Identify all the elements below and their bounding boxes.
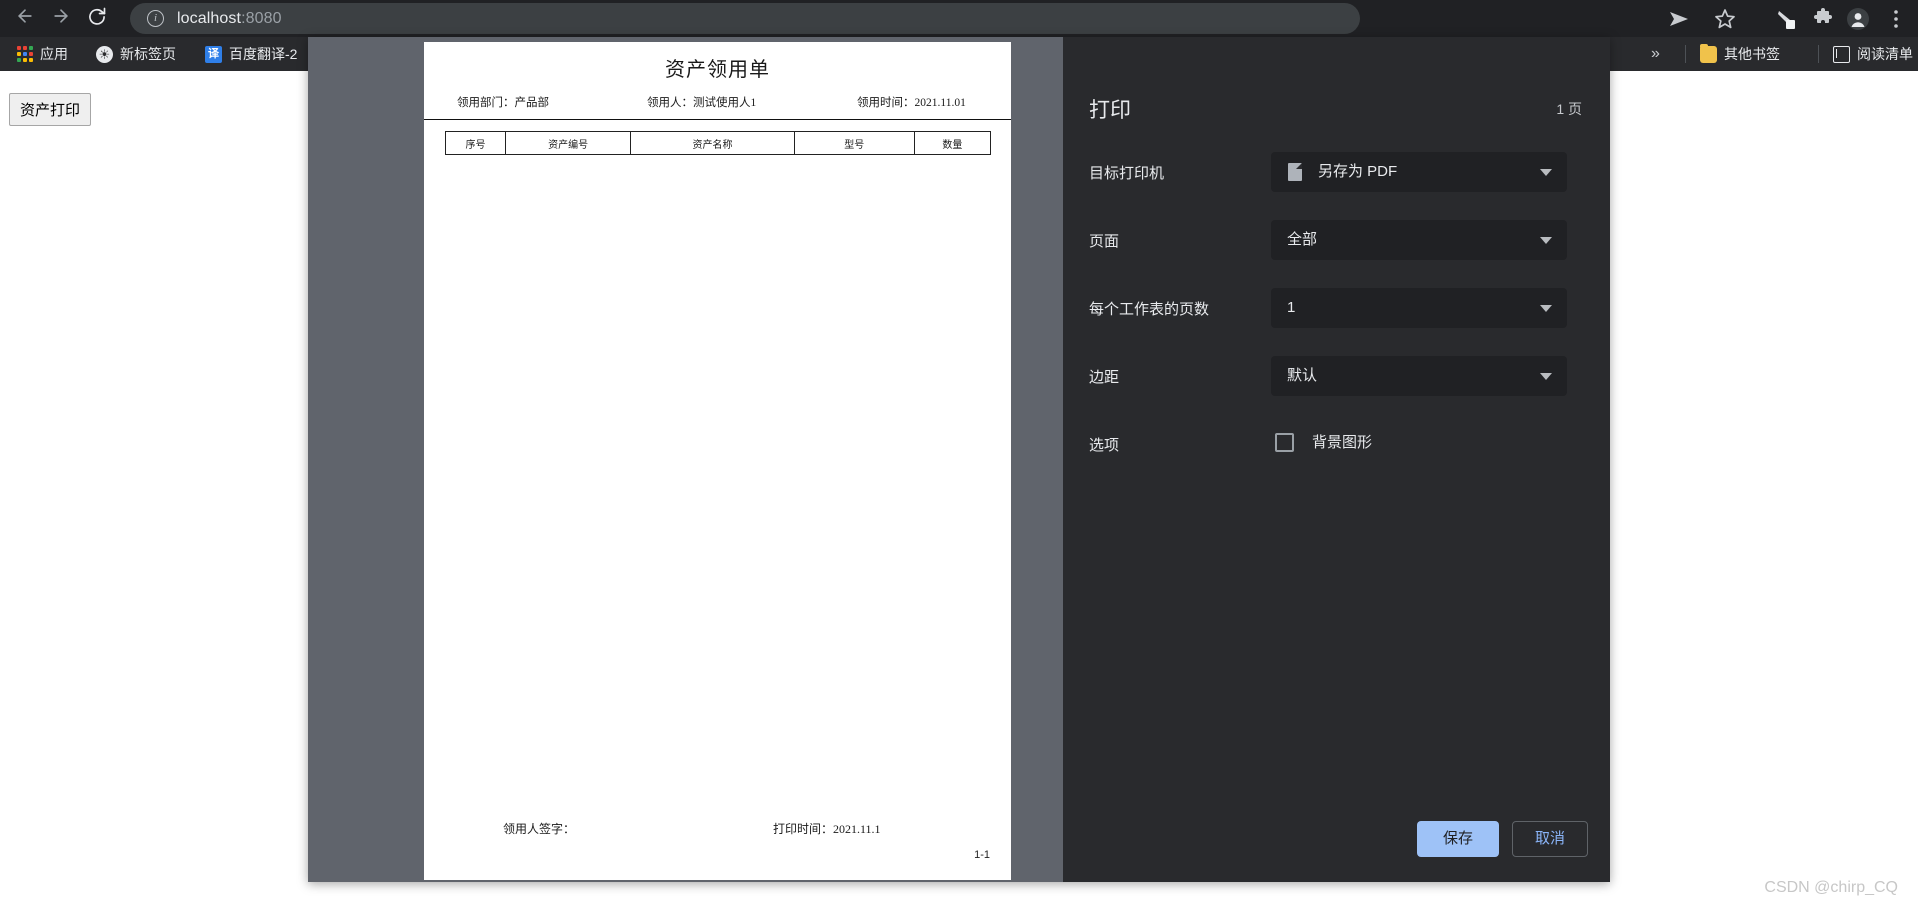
meta-department: 领用部门：产品部 (457, 97, 549, 109)
pages-per-sheet-value: 1 (1287, 299, 1296, 316)
bookmarks-overflow-button[interactable]: » (1651, 37, 1660, 71)
chevron-down-icon (1540, 169, 1552, 176)
chevron-down-icon (1540, 305, 1552, 312)
bookmark-label: 应用 (40, 46, 68, 62)
table-column-header: 资产名称 (630, 131, 795, 155)
back-arrow-icon[interactable] (12, 6, 38, 32)
url-port: :8080 (241, 10, 282, 27)
reading-list-button[interactable]: 阅读清单 (1833, 37, 1913, 71)
info-icon[interactable]: i (147, 10, 164, 27)
chevron-down-icon (1540, 373, 1552, 380)
reading-list-label: 阅读清单 (1857, 46, 1913, 62)
menu-icon[interactable] (1884, 7, 1908, 31)
setting-row-options: 选项 背景图形 (1089, 424, 1584, 464)
table-column-header: 序号 (445, 131, 506, 155)
address-bar[interactable]: i localhost:8080 (130, 3, 1360, 34)
pages-select[interactable]: 全部 (1271, 220, 1567, 260)
setting-label: 边距 (1089, 369, 1120, 386)
bookmark-baidu-translate[interactable]: 译 百度翻译-2 (205, 37, 297, 71)
bookmark-other-bookmarks[interactable]: 其他书签 (1700, 37, 1780, 71)
document-meta: 领用部门：产品部 领用人：测试使用人1 领用时间：2021.11.01 (457, 94, 981, 114)
setting-row-destination: 目标打印机 另存为 PDF (1089, 152, 1584, 192)
globe-icon: ☀ (96, 45, 113, 63)
folder-icon (1700, 43, 1717, 63)
chevron-down-icon (1540, 237, 1552, 244)
cancel-button[interactable]: 取消 (1511, 821, 1588, 857)
table-column-header: 资产编号 (504, 131, 632, 155)
address-bar-text: localhost:8080 (177, 7, 282, 31)
setting-row-margins: 边距 默认 (1089, 356, 1584, 396)
reload-icon[interactable] (84, 6, 110, 32)
signature-label: 领用人签字： (503, 822, 576, 836)
url-host: localhost (177, 10, 242, 27)
print-time-label: 打印时间：2021.11.1 (773, 822, 881, 836)
share-icon[interactable] (1667, 7, 1691, 31)
print-preview-page: 资产领用单 领用部门：产品部 领用人：测试使用人1 领用时间：2021.11.0… (424, 42, 1011, 880)
setting-row-pages-per-sheet: 每个工作表的页数 1 (1089, 288, 1584, 328)
bookmark-apps[interactable]: 应用 (17, 37, 68, 71)
bookmarks-divider (1685, 45, 1686, 63)
forward-arrow-icon[interactable] (48, 6, 74, 32)
print-settings-panel: 打印 1 页 目标打印机 另存为 PDF 页面 全部 每个工作表的页数 1 边距… (1063, 37, 1610, 882)
table-column-header: 数量 (913, 131, 992, 155)
table-header-row: 序号 资产编号 资产名称 型号 数量 (445, 131, 992, 155)
star-icon[interactable] (1713, 7, 1737, 31)
dialog-actions: 保存 取消 (1416, 821, 1588, 857)
bookmark-label: 新标签页 (120, 46, 176, 62)
apps-grid-icon (17, 46, 33, 62)
page-indicator: 1-1 (974, 849, 990, 861)
document-footer: 领用人签字： 打印时间：2021.11.1 (503, 820, 973, 838)
document-divider (424, 119, 1011, 120)
pen-icon[interactable] (1775, 7, 1799, 31)
setting-row-pages: 页面 全部 (1089, 220, 1584, 260)
asset-print-button[interactable]: 资产打印 (9, 93, 92, 126)
pdf-file-icon (1288, 163, 1302, 181)
bookmark-label: 其他书签 (1724, 46, 1780, 62)
setting-label: 每个工作表的页数 (1089, 301, 1210, 318)
asset-table: 序号 资产编号 资产名称 型号 数量 (445, 131, 992, 155)
pages-per-sheet-select[interactable]: 1 (1271, 288, 1567, 328)
setting-label: 页面 (1089, 233, 1120, 250)
meta-time: 领用时间：2021.11.01 (857, 97, 966, 109)
destination-select[interactable]: 另存为 PDF (1271, 152, 1567, 192)
destination-value: 另存为 PDF (1318, 163, 1398, 180)
print-dialog-overlay: 资产领用单 领用部门：产品部 领用人：测试使用人1 领用时间：2021.11.0… (308, 37, 1610, 882)
setting-label: 选项 (1089, 437, 1120, 454)
bookmark-label: 百度翻译-2 (229, 46, 298, 62)
background-graphics-checkbox[interactable] (1275, 433, 1294, 452)
save-button[interactable]: 保存 (1416, 821, 1499, 857)
meta-person: 领用人：测试使用人1 (647, 97, 757, 109)
browser-window: i localhost:8080 应用 ☀ 新标签页 译 百度翻译-2 » 其他… (0, 0, 1918, 905)
background-graphics-label[interactable]: 背景图形 (1312, 433, 1372, 452)
pages-value: 全部 (1287, 231, 1318, 248)
margins-value: 默认 (1287, 367, 1318, 384)
bookmark-new-tab[interactable]: ☀ 新标签页 (96, 37, 176, 71)
reading-list-icon (1833, 45, 1850, 63)
extensions-icon[interactable] (1811, 7, 1835, 31)
translate-icon: 译 (205, 45, 222, 63)
print-dialog-title: 打印 (1089, 99, 1131, 122)
watermark: CSDN @chirp_CQ (1764, 879, 1898, 896)
document-title: 资产领用单 (665, 59, 770, 81)
print-page-count: 1 页 (1556, 101, 1582, 117)
table-column-header: 型号 (793, 131, 915, 155)
margins-select[interactable]: 默认 (1271, 356, 1567, 396)
profile-icon[interactable] (1846, 7, 1870, 31)
browser-toolbar: i localhost:8080 (0, 0, 1918, 37)
setting-label: 目标打印机 (1089, 165, 1165, 182)
bookmarks-divider (1818, 45, 1819, 63)
